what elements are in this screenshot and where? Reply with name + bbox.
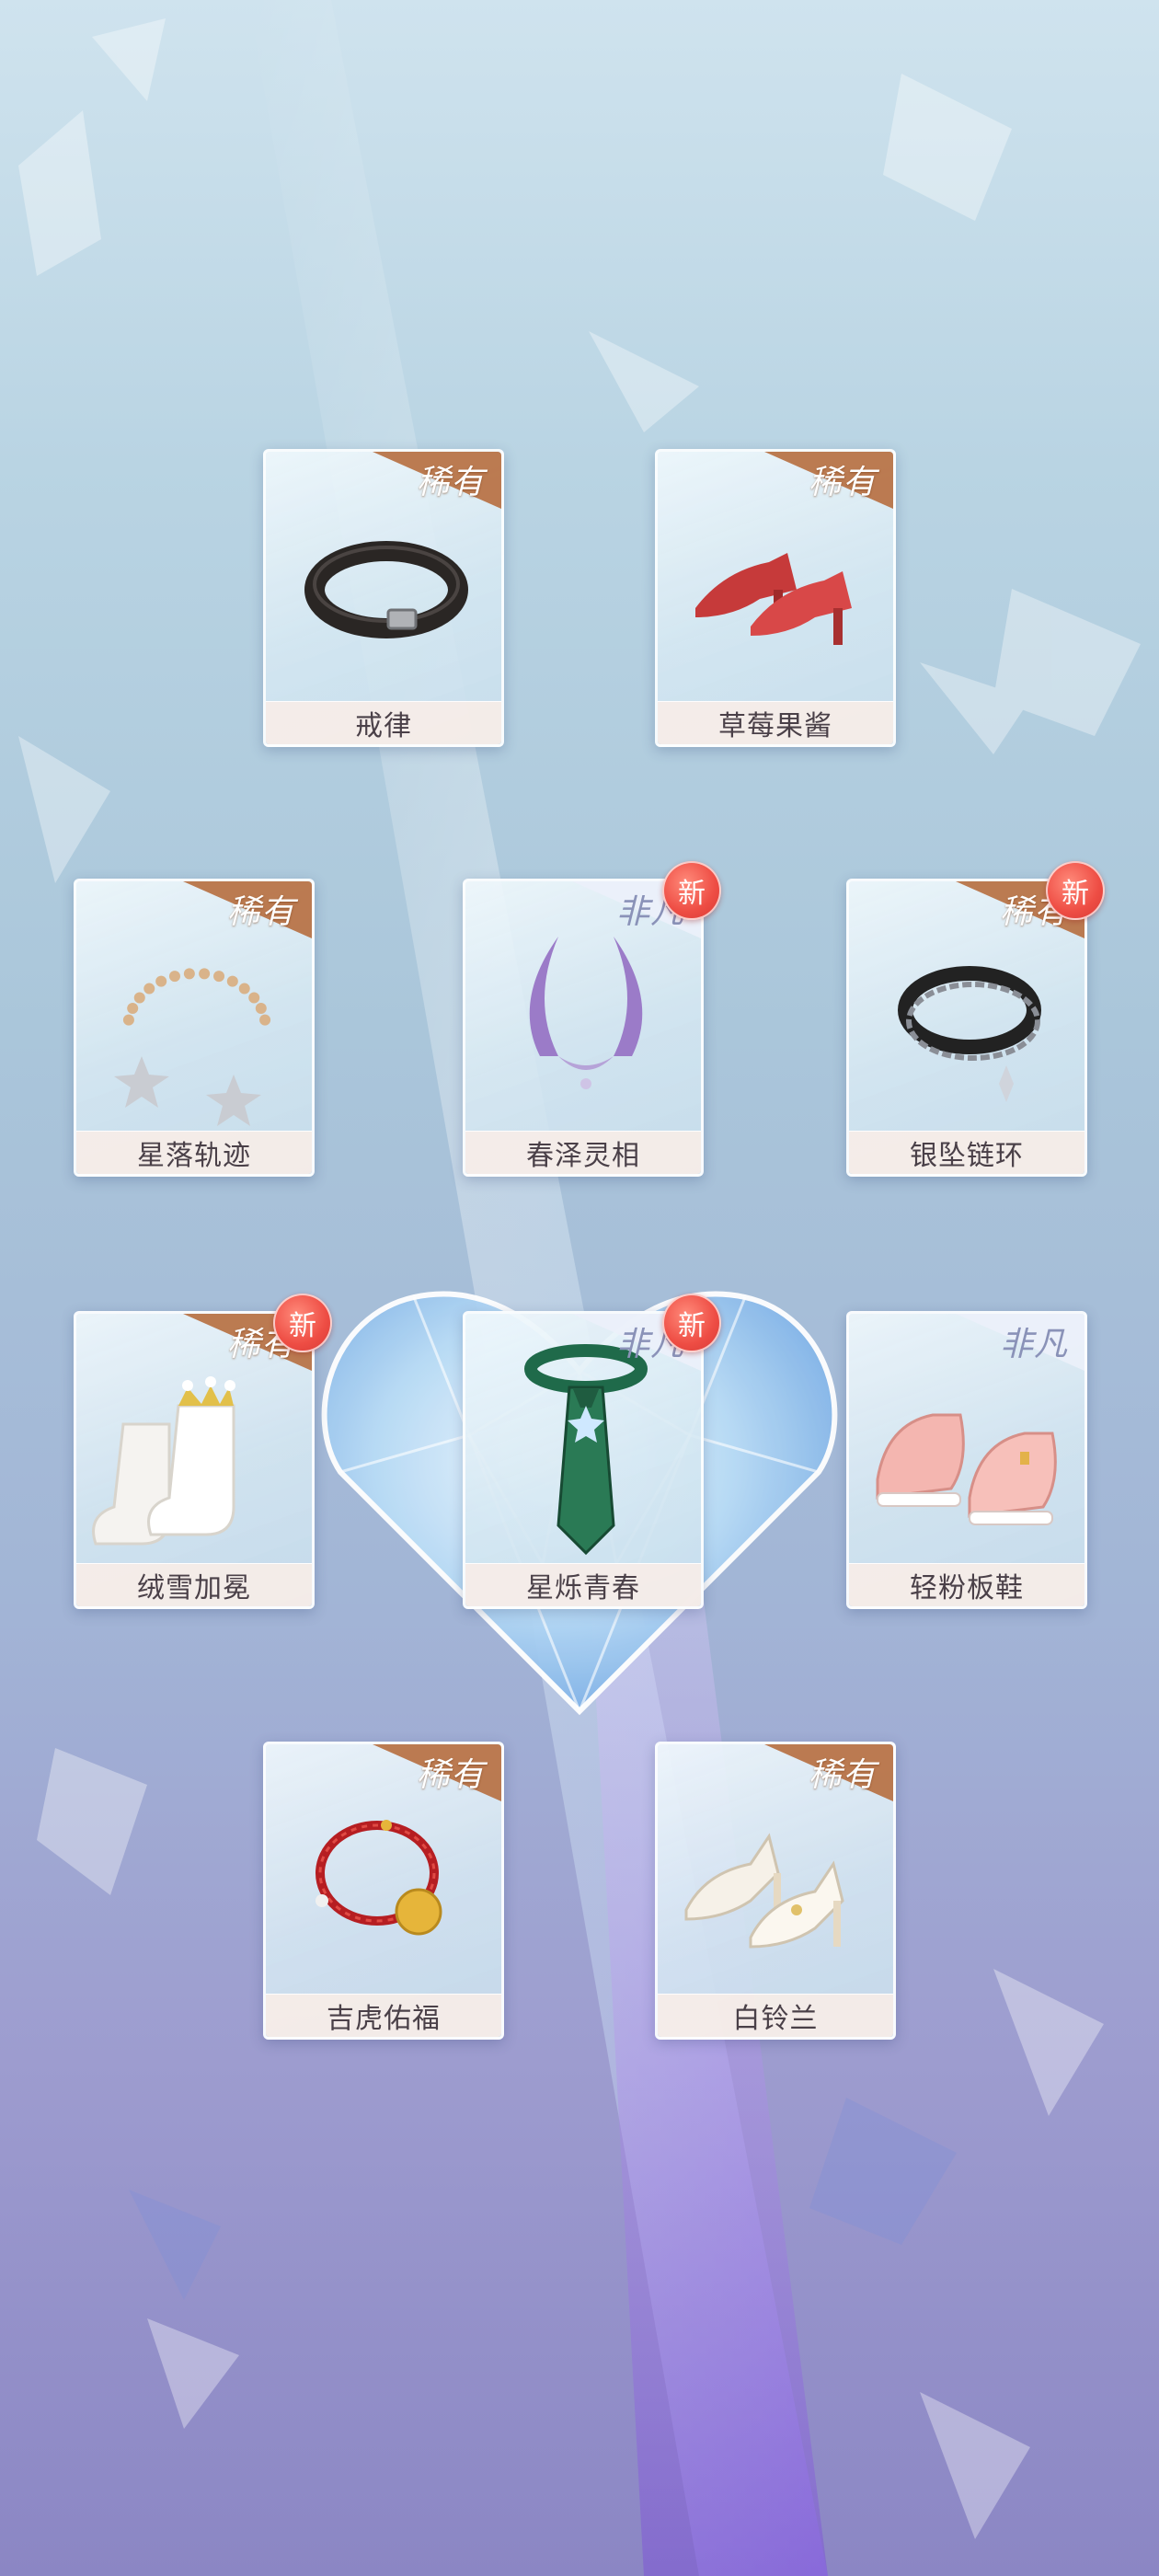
item-card[interactable]: 稀有 吉虎佑福 [263,1742,504,2040]
rarity-label: 稀有 [226,893,295,931]
rarity-ribbon: 稀有 [327,1744,501,1832]
rarity-label: 稀有 [808,464,877,501]
item-card[interactable]: 稀有 白铃兰 [655,1742,896,2040]
rarity-label: 稀有 [416,464,485,501]
item-name: 轻粉板鞋 [849,1563,1084,1606]
item-name: 春泽灵相 [465,1131,701,1174]
rarity-ribbon: 非凡 [910,1314,1084,1401]
rarity-label: 非凡 [999,1326,1068,1363]
item-name: 吉虎佑福 [266,1994,501,2037]
item-card[interactable]: 非凡 星烁青春 新 [463,1294,721,1609]
item-name: 白铃兰 [658,1994,893,2037]
rarity-ribbon: 稀有 [718,452,893,539]
item-name: 戒律 [266,701,501,744]
item-card[interactable]: 稀有 绒雪加冕 新 [74,1294,332,1609]
crystal-background [18,0,1141,2576]
rarity-label: 稀有 [808,1756,877,1794]
item-name: 星落轨迹 [76,1131,312,1174]
item-name: 绒雪加冕 [76,1563,312,1606]
rarity-ribbon: 稀有 [327,452,501,539]
item-card[interactable]: 非凡 春泽灵相 新 [463,861,721,1177]
item-card[interactable]: 稀有 草莓果酱 [655,449,896,747]
rarity-ribbon: 稀有 [137,881,312,969]
new-badge: 新 [662,1294,721,1352]
rarity-ribbon: 稀有 [718,1744,893,1832]
item-card[interactable]: 稀有 银坠链环 新 [846,861,1105,1177]
item-name: 银坠链环 [849,1131,1084,1174]
item-card[interactable]: 稀有 戒律 [263,449,504,747]
rarity-label: 稀有 [416,1756,485,1794]
item-card[interactable]: 稀有 星落轨迹 [74,879,315,1177]
item-card[interactable]: 非凡 轻粉板鞋 [846,1311,1087,1609]
new-badge: 新 [273,1294,332,1352]
new-badge: 新 [1046,861,1105,920]
item-name: 草莓果酱 [658,701,893,744]
new-badge: 新 [662,861,721,920]
item-name: 星烁青春 [465,1563,701,1606]
